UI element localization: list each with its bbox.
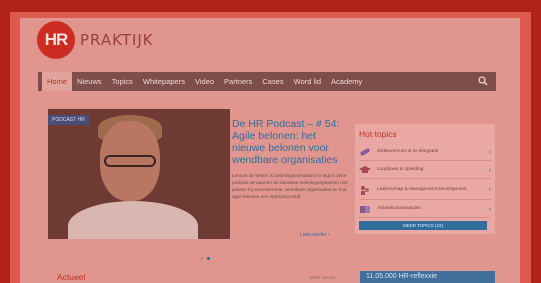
promo-box[interactable]: 11.05.000 HR-reflexxie: [360, 271, 495, 283]
more-news-link[interactable]: Meer nieuws: [310, 275, 336, 280]
leadership-icon: [361, 185, 369, 195]
nav-item-video[interactable]: Video: [190, 72, 219, 91]
hot-topic-label: Ziekteverzuim & re-integratie: [377, 149, 439, 154]
bandage-icon: [360, 148, 370, 156]
nav-item-nieuws[interactable]: Nieuws: [72, 72, 107, 91]
carousel-dots: [200, 257, 210, 260]
nav-item-partners[interactable]: Partners: [219, 72, 257, 91]
site-logo[interactable]: HR PRAKTIJK: [37, 21, 154, 59]
hero-summary: Lennart de Winter is beloningsconsultant…: [232, 173, 348, 199]
main-nav: Home Nieuws Topics Whitepapers Video Par…: [38, 72, 496, 91]
nav-item-home[interactable]: Home: [42, 72, 73, 91]
chevron-right-icon: ›: [488, 166, 491, 174]
actueel-heading: Actueel: [57, 272, 86, 282]
nav-item-academy[interactable]: Academy: [326, 72, 367, 91]
hot-topic-label: Arbeidsvoorwaarden: [377, 206, 421, 211]
hero-image[interactable]: PODCAST HR: [48, 109, 230, 239]
chevron-right-icon: ›: [488, 205, 491, 213]
more-topics-button[interactable]: MEER TOPICS (22): [359, 221, 487, 230]
podcast-badge: PODCAST HR: [48, 115, 89, 125]
hero-title[interactable]: De HR Podcast – # 54: Agile belonen: het…: [232, 118, 347, 166]
person-shirt: [68, 201, 198, 239]
hot-topic-item[interactable]: Ziekteverzuim & re-integratie ›: [359, 144, 491, 161]
nav-item-topics[interactable]: Topics: [107, 72, 138, 91]
book-icon: [360, 206, 370, 213]
person-glasses: [104, 155, 156, 167]
chevron-right-icon: ›: [488, 186, 491, 193]
carousel-dot[interactable]: [200, 257, 203, 260]
nav-item-whitepapers[interactable]: Whitepapers: [138, 72, 190, 91]
logo-wordmark: PRAKTIJK: [80, 31, 154, 49]
hot-topic-item[interactable]: Arbeidsvoorwaarden ›: [359, 201, 491, 218]
logo-mark: HR: [37, 21, 75, 59]
hot-topic-label: Loopbaan & opleiding: [377, 167, 424, 172]
chevron-right-icon: ›: [488, 148, 491, 156]
nav-item-word-lid[interactable]: Word lid: [289, 72, 326, 91]
hot-topic-label: Leiderschap & Management Development: [377, 186, 467, 192]
hot-topics-title: Hot topics: [359, 129, 397, 139]
search-icon[interactable]: [478, 76, 488, 86]
hot-topic-item[interactable]: Loopbaan & opleiding ›: [359, 162, 491, 179]
read-more-link[interactable]: Lees verder ›: [300, 232, 329, 238]
carousel-dot-active[interactable]: [207, 257, 210, 260]
nav-item-cases[interactable]: Cases: [257, 72, 288, 91]
hot-topic-item[interactable]: Leiderschap & Management Development ›: [359, 180, 491, 200]
graduation-cap-icon: [359, 166, 371, 173]
